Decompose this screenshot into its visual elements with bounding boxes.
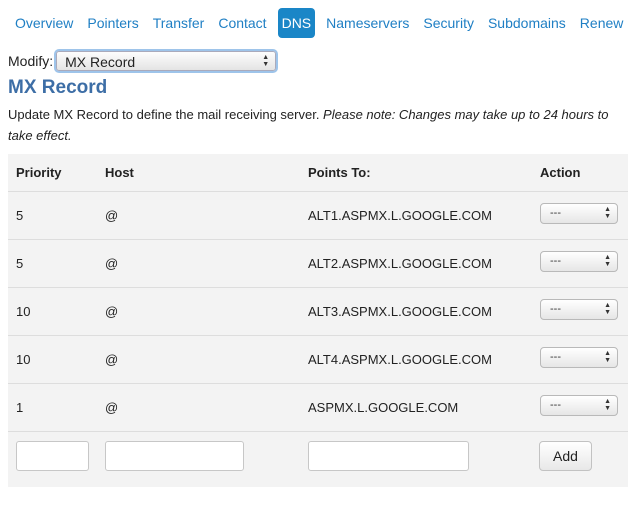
row-action-value: --- — [550, 255, 561, 267]
row-priority: 5 — [16, 256, 24, 271]
row-action-value: --- — [550, 207, 561, 219]
page-description: Update MX Record to define the mail rece… — [8, 104, 626, 146]
page-title: MX Record — [8, 77, 108, 98]
select-arrows-icon: ▲ ▼ — [262, 54, 270, 68]
tab-nameservers[interactable]: Nameservers — [319, 8, 416, 38]
header-priority: Priority — [16, 165, 62, 180]
tab-dns[interactable]: DNS — [277, 8, 316, 38]
record-type-value: MX Record — [65, 54, 136, 70]
table-row: 10 @ ALT3.ASPMX.L.GOOGLE.COM --- ▲ ▼ — [8, 287, 628, 336]
row-action-select[interactable]: --- ▲ ▼ — [540, 347, 618, 368]
row-priority: 10 — [16, 352, 31, 367]
row-points-to: ALT4.ASPMX.L.GOOGLE.COM — [308, 352, 492, 367]
table-row: 5 @ ALT2.ASPMX.L.GOOGLE.COM --- ▲ ▼ — [8, 239, 628, 288]
header-points-to: Points To: — [308, 165, 371, 180]
row-action-value: --- — [550, 351, 561, 363]
record-type-select[interactable]: MX Record ▲ ▼ — [56, 51, 277, 71]
row-priority: 1 — [16, 400, 24, 415]
modify-label: Modify: — [8, 53, 54, 69]
header-action: Action — [540, 165, 581, 180]
select-arrows-icon: ▲ ▼ — [604, 254, 611, 268]
tab-renew[interactable]: Renew — [573, 8, 631, 38]
tab-subdomains[interactable]: Subdomains — [481, 8, 573, 38]
new-points-to-input[interactable] — [308, 441, 469, 471]
table-row: 10 @ ALT4.ASPMX.L.GOOGLE.COM --- ▲ ▼ — [8, 335, 628, 384]
row-host: @ — [105, 400, 119, 415]
row-points-to: ALT3.ASPMX.L.GOOGLE.COM — [308, 304, 492, 319]
row-action-select[interactable]: --- ▲ ▼ — [540, 395, 618, 416]
row-action-value: --- — [550, 303, 561, 315]
select-arrows-icon: ▲ ▼ — [604, 350, 611, 364]
select-arrows-icon: ▲ ▼ — [604, 398, 611, 412]
row-action-select[interactable]: --- ▲ ▼ — [540, 299, 618, 320]
select-arrows-icon: ▲ ▼ — [604, 302, 611, 316]
mx-records-table: Priority Host Points To: Action 5 @ ALT1… — [8, 154, 628, 487]
row-host: @ — [105, 256, 119, 271]
new-host-input[interactable] — [105, 441, 244, 471]
description-text: Update MX Record to define the mail rece… — [8, 107, 324, 122]
row-priority: 10 — [16, 304, 31, 319]
row-action-select[interactable]: --- ▲ ▼ — [540, 203, 618, 224]
add-record-row: Add — [8, 431, 628, 488]
tab-transfer[interactable]: Transfer — [146, 8, 212, 38]
row-points-to: ALT2.ASPMX.L.GOOGLE.COM — [308, 256, 492, 271]
new-priority-input[interactable] — [16, 441, 89, 471]
tab-security[interactable]: Security — [416, 8, 481, 38]
dns-nav-tabs: Overview Pointers Transfer Contact DNS N… — [8, 8, 630, 38]
row-points-to: ALT1.ASPMX.L.GOOGLE.COM — [308, 208, 492, 223]
header-host: Host — [105, 165, 134, 180]
tab-overview[interactable]: Overview — [8, 8, 80, 38]
row-host: @ — [105, 208, 119, 223]
tab-pointers[interactable]: Pointers — [80, 8, 145, 38]
row-action-select[interactable]: --- ▲ ▼ — [540, 251, 618, 272]
row-points-to: ASPMX.L.GOOGLE.COM — [308, 400, 459, 415]
add-button[interactable]: Add — [539, 441, 592, 471]
table-row: 5 @ ALT1.ASPMX.L.GOOGLE.COM --- ▲ ▼ — [8, 191, 628, 240]
table-row: 1 @ ASPMX.L.GOOGLE.COM --- ▲ ▼ — [8, 383, 628, 432]
select-arrows-icon: ▲ ▼ — [604, 206, 611, 220]
row-priority: 5 — [16, 208, 24, 223]
modify-row: Modify: MX Record ▲ ▼ — [8, 50, 277, 72]
row-host: @ — [105, 352, 119, 367]
row-action-value: --- — [550, 399, 561, 411]
row-host: @ — [105, 304, 119, 319]
tab-contact[interactable]: Contact — [211, 8, 273, 38]
